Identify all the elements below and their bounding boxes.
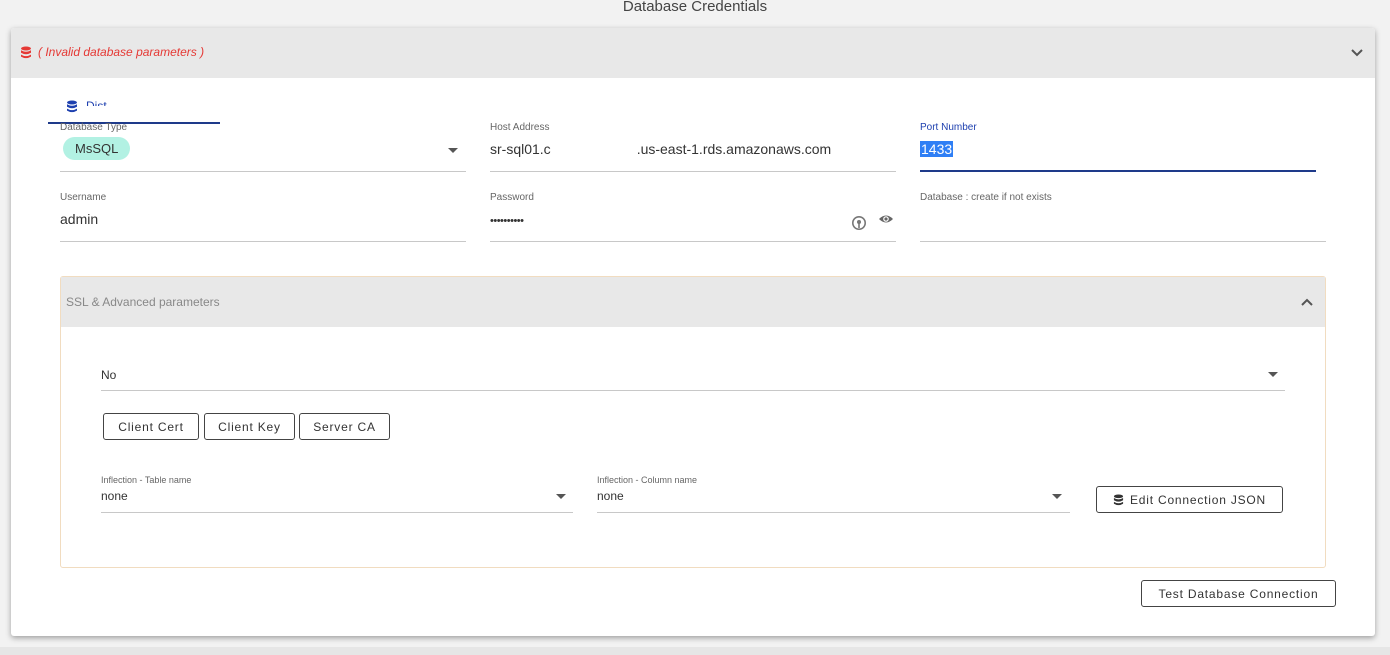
inflection-column-label: Inflection - Column name <box>597 475 698 485</box>
port-number-selected-text: 1433 <box>920 141 954 157</box>
client-cert-button[interactable]: Client Cert <box>103 413 199 440</box>
tab-database[interactable]: Dist... <box>48 94 220 124</box>
ssl-mode-select[interactable]: No <box>101 357 1285 391</box>
inflection-table-label: Inflection - Table name <box>101 475 192 485</box>
port-number-value: 1433 <box>920 141 954 157</box>
ssl-advanced-section: SSL & Advanced parameters No Client Cert… <box>60 276 1326 568</box>
caret-down-icon <box>1052 494 1062 499</box>
password-label: Password <box>490 192 534 203</box>
host-address-field[interactable]: Host Address sr-sql01.c .us-east-1.rds.am… <box>490 122 896 172</box>
username-label: Username <box>60 192 107 203</box>
invalid-parameters-message: ( Invalid database parameters ) <box>38 45 205 59</box>
database-name-field[interactable]: Database : create if not exists <box>920 192 1326 242</box>
inflection-column-select[interactable]: Inflection - Column name none <box>597 475 1070 513</box>
host-address-value-start: sr-sql01.c <box>490 141 551 157</box>
tab-label: Dist... <box>86 99 117 106</box>
ssl-advanced-header[interactable]: SSL & Advanced parameters <box>61 277 1325 327</box>
client-key-button[interactable]: Client Key <box>204 413 295 440</box>
inflection-table-value: none <box>101 489 128 503</box>
database-icon <box>21 46 31 59</box>
credentials-panel: ( Invalid database parameters ) Dist... … <box>11 28 1375 636</box>
server-ca-button[interactable]: Server CA <box>299 413 390 440</box>
generate-password-icon[interactable] <box>851 215 867 231</box>
redacted-segment <box>550 143 637 158</box>
caret-down-icon <box>556 494 566 499</box>
ssl-mode-value: No <box>101 368 117 382</box>
database-name-label: Database : create if not exists <box>920 192 1052 203</box>
port-number-field[interactable]: Port Number 1433 <box>920 122 1316 172</box>
database-icon <box>1113 494 1124 505</box>
edit-connection-json-label: Edit Connection JSON <box>1129 492 1267 507</box>
inflection-table-select[interactable]: Inflection - Table name none <box>101 475 573 513</box>
username-field[interactable]: Username admin <box>60 192 466 242</box>
caret-down-icon <box>448 148 458 153</box>
port-number-label: Port Number <box>920 122 977 133</box>
host-address-value-end: .us-east-1.rds.amazonaws.com <box>636 141 832 157</box>
eye-icon[interactable] <box>878 211 894 227</box>
page-title: Database Credentials <box>622 0 768 15</box>
chevron-up-icon[interactable] <box>1300 297 1314 307</box>
database-type-chip: MsSQL <box>63 137 131 160</box>
caret-down-icon <box>1268 372 1278 377</box>
database-type-label: Database Type <box>60 122 128 133</box>
username-value: admin <box>60 211 99 227</box>
password-value: •••••••••• <box>490 215 524 227</box>
database-icon <box>67 100 77 113</box>
page-footer-strip <box>0 647 1390 655</box>
test-database-connection-button[interactable]: Test Database Connection <box>1141 580 1336 607</box>
chevron-down-icon[interactable] <box>1350 48 1364 58</box>
host-address-label: Host Address <box>490 122 550 133</box>
credentials-panel-header[interactable]: ( Invalid database parameters ) <box>11 28 1375 78</box>
edit-connection-json-button[interactable]: Edit Connection JSON <box>1096 486 1283 513</box>
database-type-select[interactable]: Database Type MsSQL <box>60 122 466 172</box>
inflection-column-value: none <box>597 489 624 503</box>
ssl-advanced-title: SSL & Advanced parameters <box>66 295 220 309</box>
password-field[interactable]: Password •••••••••• <box>490 192 896 242</box>
host-address-value: sr-sql01.c .us-east-1.rds.amazonaws.com <box>490 141 832 158</box>
